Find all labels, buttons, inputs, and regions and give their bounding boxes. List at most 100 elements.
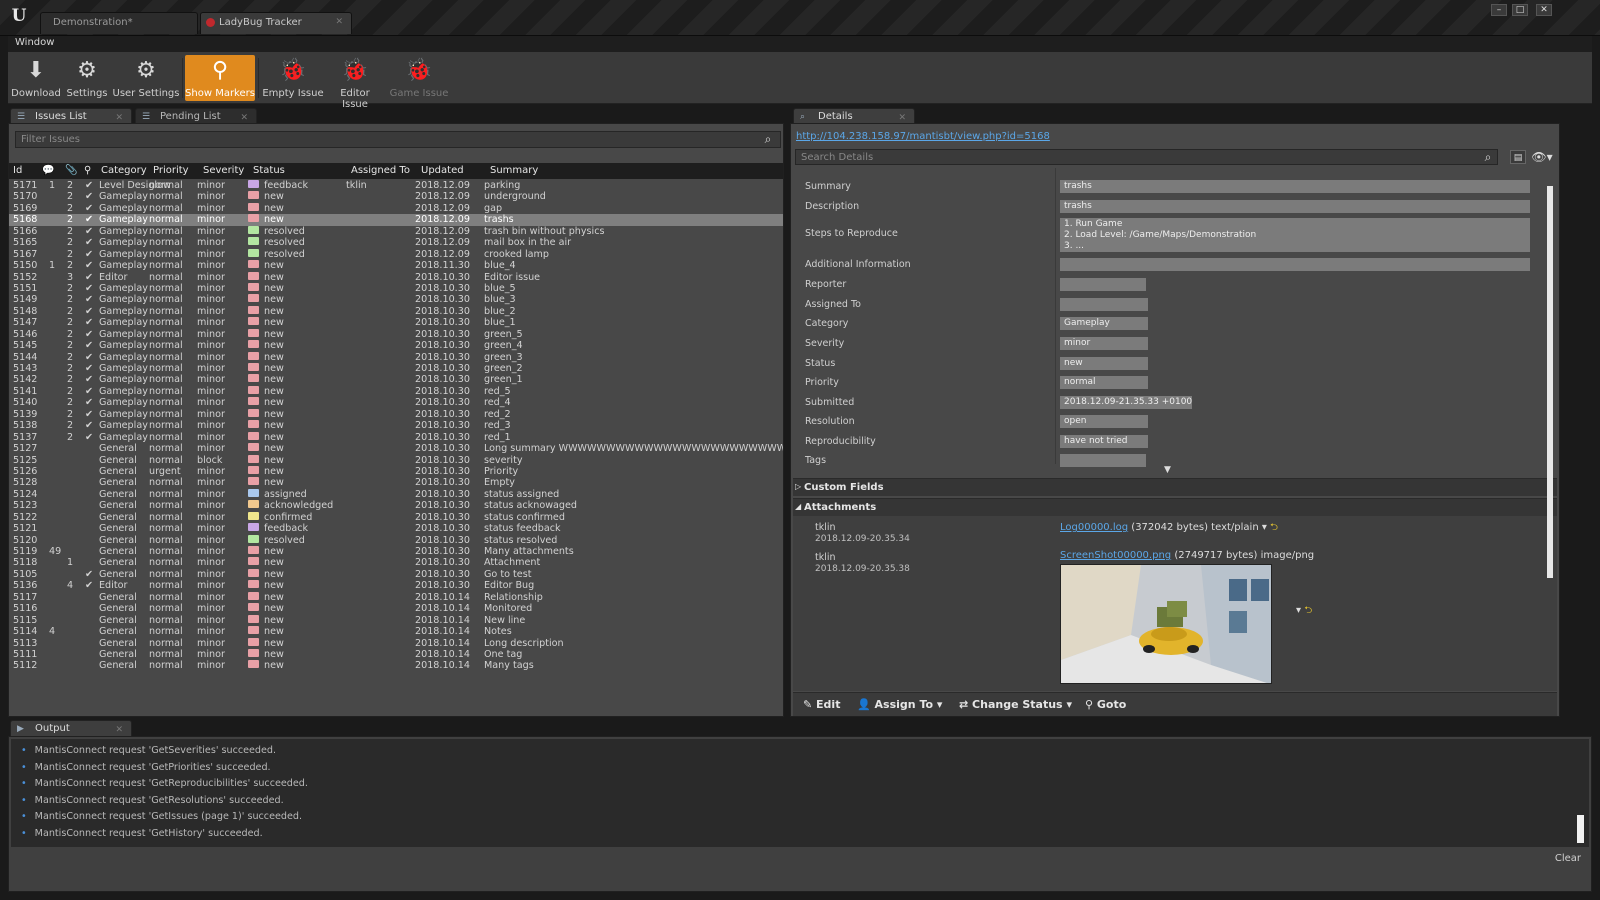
column-header-summary[interactable]: Summary	[490, 165, 538, 176]
expand-down-icon[interactable]: ▼	[1164, 465, 1171, 475]
close-tab-icon[interactable]: ✕	[898, 113, 906, 123]
download-button[interactable]: ⬇ Download	[11, 55, 61, 101]
column-header-id[interactable]: Id	[13, 165, 22, 176]
table-row[interactable]: 5143 2 ✔ Gameplay normal minor new 2018.10.30 gr…	[9, 363, 783, 374]
table-row[interactable]: 5105 ✔ General normal minor new 2018.10.30 Go t…	[9, 568, 783, 580]
field-value[interactable]: minor	[1060, 337, 1148, 350]
field-value[interactable]	[1060, 258, 1530, 271]
details-scrollbar[interactable]	[1547, 186, 1553, 578]
change-status-button[interactable]: ⇄ Change Status ▾	[959, 698, 1072, 711]
table-row[interactable]: 5124 General normal minor assigned 2018.10.30…	[9, 488, 783, 500]
table-row[interactable]: 5170 2 ✔ Gameplay normal minor new 2018.12.09 un…	[9, 191, 783, 202]
table-row[interactable]: 5121 General normal minor feedback 2018.10.30…	[9, 523, 783, 534]
menu-item-window[interactable]: Window	[15, 37, 54, 48]
field-value[interactable]: Gameplay	[1060, 317, 1148, 330]
table-row[interactable]: 5168 2 ✔ Gameplay normal minor new 2018.12.09 tr…	[9, 214, 783, 226]
edit-button[interactable]: ✎ Edit	[803, 698, 840, 711]
table-row[interactable]: 5128 General normal minor new 2018.10.30 Empty	[9, 477, 783, 488]
custom-fields-section[interactable]: ▷ Custom Fields	[793, 478, 1557, 496]
table-row[interactable]: 5151 2 ✔ Gameplay normal minor new 2018.10.30 bl…	[9, 282, 783, 294]
field-value[interactable]: open	[1060, 415, 1148, 428]
column-header-priority[interactable]: Priority	[153, 165, 189, 176]
table-row[interactable]: 5146 2 ✔ Gameplay normal minor new 2018.10.30 gr…	[9, 328, 783, 340]
empty-issue-button[interactable]: 🐞 Empty Issue	[261, 55, 325, 101]
close-icon[interactable]: ✕	[1536, 4, 1552, 16]
column-header-assigned-to[interactable]: Assigned To	[351, 165, 410, 176]
table-row[interactable]: 5113 General normal minor new 2018.10.14 Long …	[9, 637, 783, 649]
issue-url-link[interactable]: http://104.238.158.97/mantisbt/view.php?…	[796, 131, 1050, 142]
clear-button[interactable]: Clear	[1555, 853, 1581, 864]
comments-icon[interactable]: 💬	[42, 165, 54, 176]
table-row[interactable]: 5123 General normal minor acknowledged 2018.1…	[9, 500, 783, 511]
eye-icon[interactable]: 👁▾	[1531, 150, 1553, 164]
game-issue-button[interactable]: 🐞 Game Issue	[388, 55, 450, 101]
filter-issues-input[interactable]	[15, 131, 781, 148]
table-row[interactable]: 5148 2 ✔ Gameplay normal minor new 2018.10.30 bl…	[9, 305, 783, 317]
table-row[interactable]: 5117 General normal minor new 2018.10.14 Relat…	[9, 591, 783, 603]
table-row[interactable]: 5169 2 ✔ Gameplay normal minor new 2018.12.09 ga…	[9, 202, 783, 214]
field-value[interactable]: normal	[1060, 376, 1148, 389]
table-row[interactable]: 5167 2 ✔ Gameplay normal minor resolved 2018.12…	[9, 248, 783, 260]
table-row[interactable]: 5112 General normal minor new 2018.10.14 Many …	[9, 660, 783, 671]
goto-button[interactable]: ⚲ Goto	[1085, 698, 1126, 711]
table-row[interactable]: 5150 1 2 ✔ Gameplay normal minor new 2018.11.30 b…	[9, 260, 783, 271]
user-settings-button[interactable]: ⚙ User Settings	[112, 55, 180, 101]
table-row[interactable]: 5125 General normal block new 2018.10.30 sever…	[9, 454, 783, 466]
editor-issue-button[interactable]: 🐞 Editor Issue	[326, 55, 384, 110]
table-row[interactable]: 5165 2 ✔ Gameplay normal minor resolved 2018.12…	[9, 237, 783, 248]
table-row[interactable]: 5138 2 ✔ Gameplay normal minor new 2018.10.30 re…	[9, 420, 783, 431]
table-row[interactable]: 5140 2 ✔ Gameplay normal minor new 2018.10.30 re…	[9, 397, 783, 408]
table-row[interactable]: 5152 3 ✔ Editor normal minor new 2018.10.30 Edit…	[9, 271, 783, 283]
table-row[interactable]: 5149 2 ✔ Gameplay normal minor new 2018.10.30 bl…	[9, 294, 783, 305]
table-row[interactable]: 5136 4 ✔ Editor normal minor new 2018.10.30 Edit…	[9, 580, 783, 591]
table-row[interactable]: 5126 General urgent minor new 2018.10.30 Prior…	[9, 465, 783, 477]
attachment-file-link[interactable]: Log00000.log	[1060, 522, 1128, 533]
table-row[interactable]: 5115 General normal minor new 2018.10.14 New l…	[9, 614, 783, 626]
close-tab-icon[interactable]: ✕	[335, 17, 343, 27]
search-icon[interactable]: ⌕	[761, 132, 775, 146]
field-value[interactable]	[1060, 454, 1146, 467]
table-row[interactable]: 5118 1 General normal minor new 2018.10.30 Atta…	[9, 557, 783, 568]
table-row[interactable]: 5145 2 ✔ Gameplay normal minor new 2018.10.30 gr…	[9, 340, 783, 351]
field-value[interactable]: trashs	[1060, 180, 1530, 193]
table-row[interactable]: 5111 General normal minor new 2018.10.14 One t…	[9, 648, 783, 660]
table-row[interactable]: 5116 General normal minor new 2018.10.14 Monit…	[9, 603, 783, 614]
table-row[interactable]: 5122 General normal minor confirmed 2018.10.3…	[9, 511, 783, 523]
table-row[interactable]: 5171 1 2 ✔ Level Desiglow normal minor feedback…	[9, 180, 783, 191]
field-value[interactable]: have not tried	[1060, 435, 1148, 448]
table-row[interactable]: 5120 General normal minor resolved 2018.10.30…	[9, 534, 783, 546]
table-row[interactable]: 5141 2 ✔ Gameplay normal minor new 2018.10.30 re…	[9, 385, 783, 397]
close-tab-icon[interactable]: ✕	[240, 113, 248, 123]
marker-icon[interactable]: ⚲	[84, 165, 91, 176]
field-value[interactable]	[1060, 298, 1148, 311]
table-row[interactable]: 5166 2 ✔ Gameplay normal minor resolved 2018.12…	[9, 225, 783, 237]
open-file-icon[interactable]: ⮌	[1304, 605, 1312, 616]
table-row[interactable]: 5144 2 ✔ Gameplay normal minor new 2018.10.30 gr…	[9, 351, 783, 363]
attachments-section[interactable]: ◢ Attachments	[793, 498, 1557, 516]
table-row[interactable]: 5119 49 General normal minor new 2018.10.30 Man…	[9, 546, 783, 557]
maximize-icon[interactable]: □	[1512, 4, 1528, 16]
table-row[interactable]: 5114 4 General normal minor new 2018.10.14 Note…	[9, 626, 783, 637]
field-value[interactable]: trashs	[1060, 200, 1530, 213]
doc-tab-demonstration[interactable]: Demonstration*	[40, 12, 198, 34]
table-row[interactable]: 5139 2 ✔ Gameplay normal minor new 2018.10.30 re…	[9, 408, 783, 420]
minimize-icon[interactable]: –	[1491, 4, 1507, 16]
assign-to-button[interactable]: 👤 Assign To ▾	[857, 698, 942, 711]
column-header-category[interactable]: Category	[101, 165, 147, 176]
dropdown-arrow-icon[interactable]: ▾	[1262, 522, 1270, 533]
field-value[interactable]	[1060, 278, 1146, 291]
attachment-icon[interactable]: 📎	[65, 165, 77, 176]
field-value[interactable]: 2018.12.09-21.35.33 +0100	[1060, 396, 1192, 409]
close-tab-icon[interactable]: ✕	[115, 113, 123, 123]
field-value[interactable]: new	[1060, 357, 1148, 370]
show-markers-button[interactable]: ⚲ Show Markers	[185, 55, 255, 101]
table-row[interactable]: 5147 2 ✔ Gameplay normal minor new 2018.10.30 bl…	[9, 317, 783, 328]
output-scrollbar[interactable]	[1577, 815, 1584, 843]
close-tab-icon[interactable]: ✕	[115, 725, 123, 735]
attachment-file-link[interactable]: ScreenShot00000.png	[1060, 550, 1171, 561]
open-file-icon[interactable]: ⮌	[1270, 522, 1278, 533]
field-value[interactable]: 1. Run Game 2. Load Level: /Game/Maps/Dem…	[1060, 218, 1530, 252]
column-header-severity[interactable]: Severity	[203, 165, 244, 176]
search-icon[interactable]: ⌕	[1481, 150, 1495, 164]
search-details-input[interactable]	[795, 149, 1498, 165]
